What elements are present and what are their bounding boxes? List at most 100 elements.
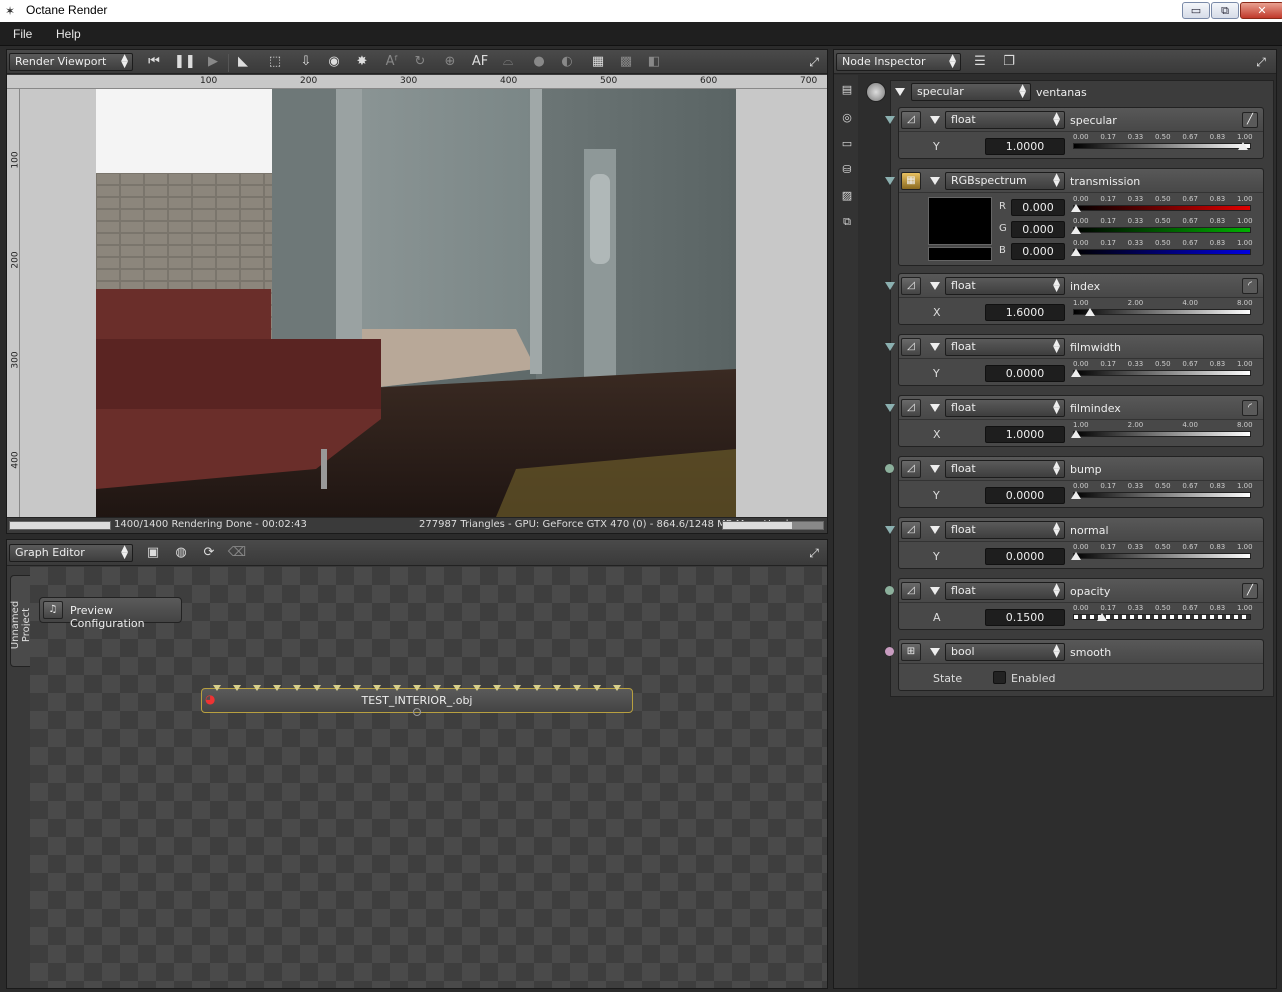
input-pin[interactable]	[553, 685, 561, 691]
opacity-value-input[interactable]: 0.1500	[985, 609, 1065, 626]
collapse-triangle-icon[interactable]	[895, 88, 905, 96]
collapse-triangle-icon[interactable]	[930, 404, 940, 412]
collapse-triangle-icon[interactable]	[930, 343, 940, 351]
input-pin[interactable]	[393, 685, 401, 691]
smooth-type-select[interactable]: bool ▲ ▼	[945, 643, 1065, 661]
slider-thumb[interactable]	[1071, 369, 1081, 377]
link-dot-icon[interactable]	[885, 586, 894, 595]
scene-icon[interactable]: ▤	[838, 82, 856, 98]
slider-thumb[interactable]	[1237, 142, 1248, 150]
input-pin[interactable]	[433, 685, 441, 691]
float-node-icon[interactable]: ◿	[901, 338, 921, 356]
input-pin[interactable]	[573, 685, 581, 691]
rotate-icon[interactable]: ↻	[410, 52, 430, 72]
channel-value-input[interactable]: 0.000	[1011, 243, 1065, 260]
filmwidth-slider[interactable]: 0.00 0.17 0.33 0.50 0.67 0.83 1.00	[1071, 360, 1253, 378]
filmindex-type-select[interactable]: float ▲ ▼	[945, 399, 1065, 417]
index-value-input[interactable]: 1.6000	[985, 304, 1065, 321]
slider-thumb[interactable]	[1071, 248, 1081, 256]
link-triangle-icon[interactable]	[885, 177, 895, 185]
float-node-icon[interactable]: ◿	[901, 399, 921, 417]
link-triangle-icon[interactable]	[885, 526, 895, 534]
expand-icon[interactable]: ⤢	[806, 545, 822, 561]
input-pin[interactable]	[353, 685, 361, 691]
link-triangle-icon[interactable]	[885, 343, 895, 351]
index-type-select[interactable]: float ▲ ▼	[945, 277, 1065, 295]
opacity-type-select[interactable]: float ▲ ▼	[945, 582, 1065, 600]
graph-mode-select[interactable]: Graph Editor ▲ ▼	[9, 544, 133, 562]
graph-canvas[interactable]	[30, 567, 827, 988]
opacity-slider[interactable]: 0.00 0.17 0.33 0.50 0.67 0.83 1.00	[1073, 604, 1253, 622]
link-triangle-icon[interactable]	[885, 282, 895, 290]
mesh-node[interactable]: ◕ TEST_INTERIOR_.obj	[201, 685, 633, 716]
collapse-triangle-icon[interactable]	[930, 177, 940, 185]
collapse-triangle-icon[interactable]	[930, 282, 940, 290]
node-graph-icon[interactable]: ⧉	[838, 214, 856, 230]
collapse-all-icon[interactable]: ☰	[970, 52, 990, 72]
rendered-image[interactable]	[96, 89, 736, 517]
camera-settings-icon[interactable]: ◎	[838, 110, 856, 126]
reload-icon[interactable]: ⟳	[199, 543, 219, 563]
channel-slider[interactable]: 0.00 0.17 0.33 0.50 0.67 0.83 1.00	[1071, 195, 1253, 213]
output-pin[interactable]	[413, 708, 421, 716]
grid-icon[interactable]: ▦	[588, 52, 608, 72]
input-pin[interactable]	[273, 685, 281, 691]
minimize-button[interactable]: ▭	[1182, 2, 1210, 19]
normal-type-select[interactable]: float ▲ ▼	[945, 521, 1065, 539]
material-picker-icon[interactable]: ◉	[324, 52, 344, 72]
color-swatch[interactable]	[928, 197, 992, 245]
specular-type-select[interactable]: float ▲ ▼	[945, 111, 1065, 129]
expand-icon[interactable]: ⤢	[1253, 54, 1269, 70]
input-pin[interactable]	[473, 685, 481, 691]
collapse-triangle-icon[interactable]	[930, 116, 940, 124]
slider-thumb[interactable]	[1071, 226, 1081, 234]
filmindex-slider[interactable]: 1.00 2.00 4.00 8.00	[1071, 421, 1253, 439]
new-node-icon[interactable]: ▣	[143, 543, 163, 563]
color-swatch-alt[interactable]	[928, 247, 992, 261]
menu-file[interactable]: File	[13, 27, 32, 41]
menu-help[interactable]: Help	[56, 27, 81, 41]
viewport-mode-select[interactable]: Render Viewport ▲ ▼	[9, 53, 133, 71]
filmindex-value-input[interactable]: 1.0000	[985, 426, 1065, 443]
play-icon[interactable]: ▶	[203, 52, 223, 72]
link-triangle-icon[interactable]	[885, 404, 895, 412]
maximize-button[interactable]: ⧉	[1211, 2, 1239, 19]
film-icon[interactable]: ▭	[838, 136, 856, 152]
input-pin[interactable]	[453, 685, 461, 691]
bump-value-input[interactable]: 0.0000	[985, 487, 1065, 504]
slider-thumb[interactable]	[1084, 308, 1095, 316]
save-render-icon[interactable]: ⇩	[296, 52, 316, 72]
float-node-icon[interactable]: ◿	[901, 460, 921, 478]
float-node-icon[interactable]: ◿	[901, 277, 921, 295]
curve-toggle-icon[interactable]: ◜	[1242, 400, 1258, 416]
channel-value-input[interactable]: 0.000	[1011, 199, 1065, 216]
filmwidth-value-input[interactable]: 0.0000	[985, 365, 1065, 382]
bump-slider[interactable]: 0.00 0.17 0.33 0.50 0.67 0.83 1.00	[1071, 482, 1253, 500]
curve-toggle-icon[interactable]: ╱	[1242, 112, 1258, 128]
filmwidth-type-select[interactable]: float ▲ ▼	[945, 338, 1065, 356]
input-pin[interactable]	[313, 685, 321, 691]
slider-thumb[interactable]	[1071, 430, 1081, 438]
float-node-icon[interactable]: ◿	[901, 582, 921, 600]
delete-icon[interactable]: ⌫	[227, 543, 247, 563]
link-triangle-icon[interactable]	[885, 116, 895, 124]
sphere-alt-icon[interactable]: ◐	[557, 52, 577, 72]
sphere-icon[interactable]: ●	[529, 52, 549, 72]
slider-thumb[interactable]	[1071, 491, 1081, 499]
input-pin[interactable]	[233, 685, 241, 691]
slider-thumb[interactable]	[1071, 204, 1081, 212]
pause-icon[interactable]: ❚❚	[174, 52, 196, 72]
alpha-icon[interactable]: ◧	[644, 52, 664, 72]
input-pin[interactable]	[593, 685, 601, 691]
preview-configuration-node[interactable]: ♫ Preview Configuration	[39, 597, 182, 630]
input-pin[interactable]	[613, 685, 621, 691]
material-sphere-icon[interactable]	[866, 82, 886, 102]
restart-render-icon[interactable]: ⏮	[144, 52, 164, 72]
input-pin[interactable]	[533, 685, 541, 691]
windows-icon[interactable]: ❐	[999, 52, 1019, 72]
close-button[interactable]: ✕	[1240, 2, 1282, 19]
smooth-checkbox[interactable]	[993, 671, 1006, 684]
color-node-icon[interactable]: ▦	[901, 172, 921, 190]
collapse-triangle-icon[interactable]	[930, 648, 940, 656]
project-tab[interactable]: Unnamed Project	[10, 575, 32, 667]
